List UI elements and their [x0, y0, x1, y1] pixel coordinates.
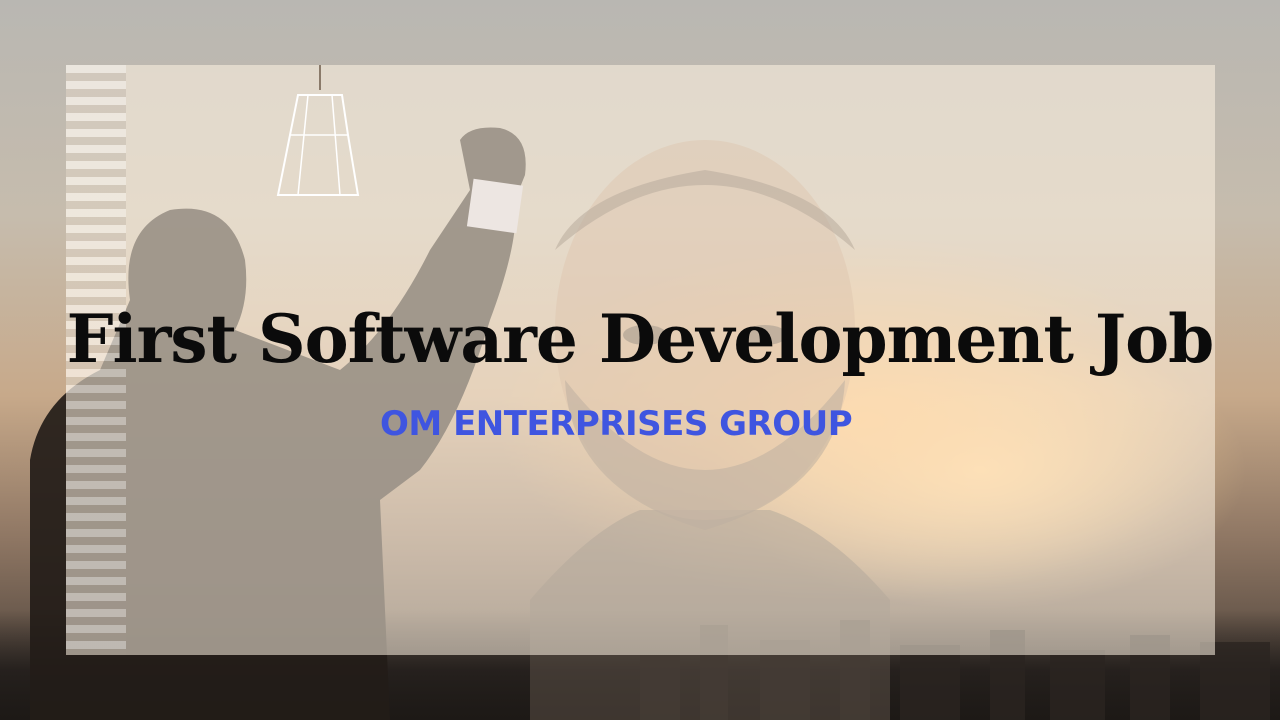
hanging-lamp-icon	[276, 65, 360, 196]
company-name: OM ENTERPRISES GROUP	[380, 404, 853, 444]
slide-title: First Software Development Job	[66, 300, 1215, 378]
